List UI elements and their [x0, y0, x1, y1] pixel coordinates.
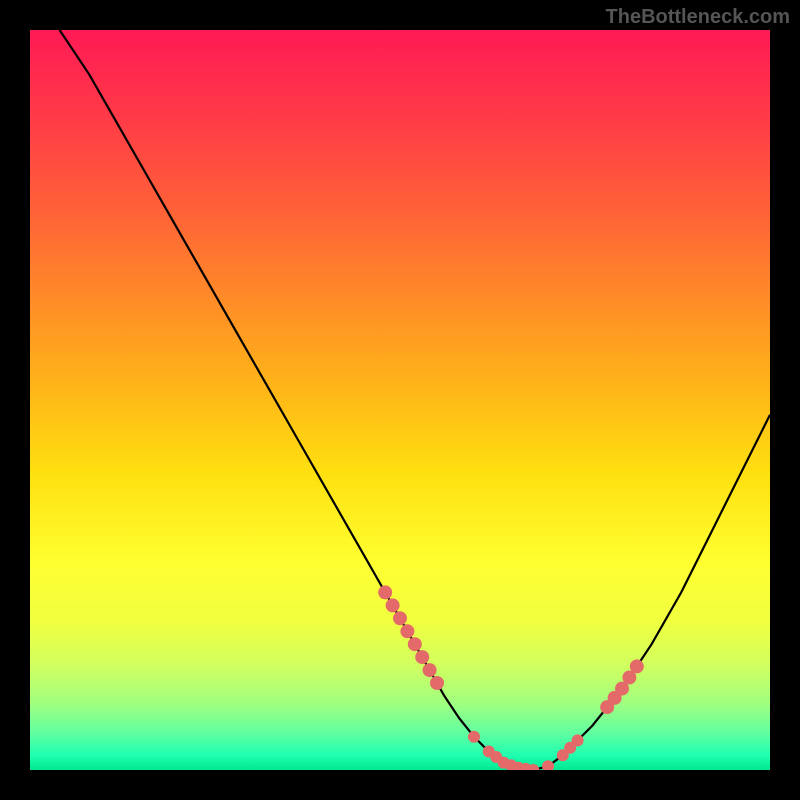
chart-plot-area: [30, 30, 770, 770]
data-point: [400, 624, 414, 638]
data-point: [386, 598, 400, 612]
curve-path: [60, 30, 770, 770]
data-point: [630, 659, 644, 673]
data-point: [572, 734, 584, 746]
data-point: [423, 663, 437, 677]
bottleneck-curve: [30, 30, 770, 770]
data-point: [408, 637, 422, 651]
data-point: [415, 650, 429, 664]
data-point: [468, 731, 480, 743]
data-point: [430, 676, 444, 690]
data-point: [393, 611, 407, 625]
data-markers: [378, 585, 644, 770]
data-point: [542, 760, 554, 770]
watermark-text: TheBottleneck.com: [606, 6, 790, 29]
data-point: [378, 585, 392, 599]
